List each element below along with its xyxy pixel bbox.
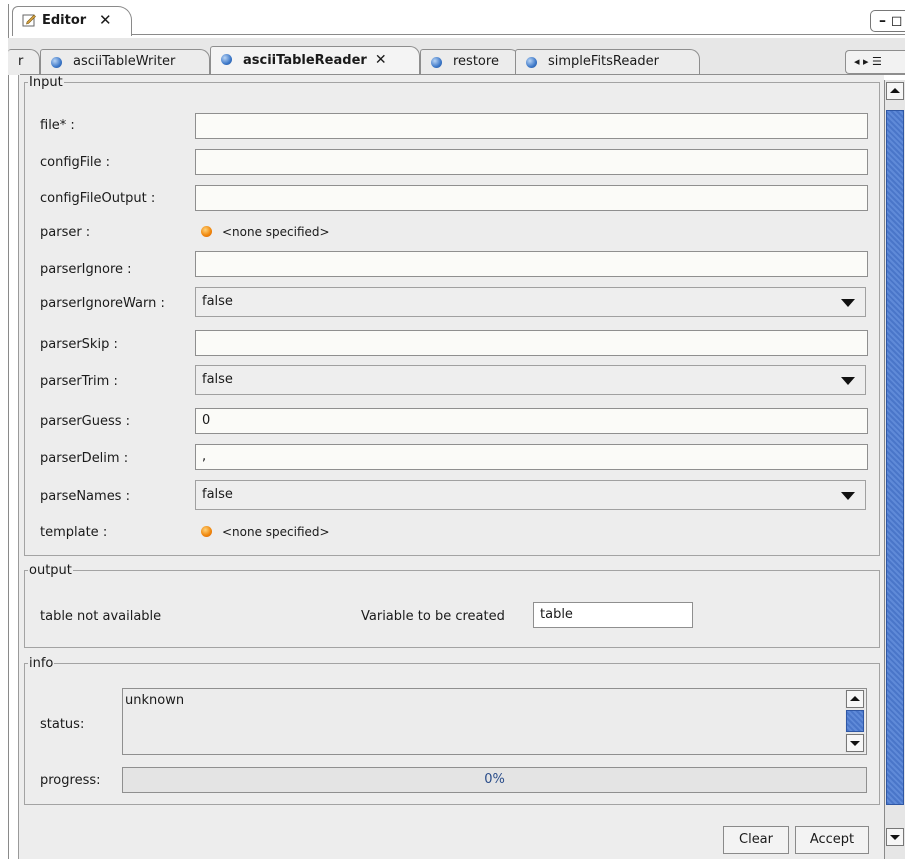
- configfileoutput-label: configFileOutput :: [40, 191, 156, 206]
- configfile-label: configFile :: [40, 155, 111, 170]
- parsenames-label: parseNames :: [40, 489, 130, 504]
- progress-label: progress:: [40, 773, 101, 788]
- chevron-down-icon: [841, 492, 855, 500]
- tab-label: restore: [453, 54, 499, 69]
- scroll-up-arrow-icon[interactable]: [886, 82, 904, 100]
- parsertrim-label: parserTrim :: [40, 374, 118, 389]
- close-icon[interactable]: ✕: [375, 52, 387, 68]
- tab-label: r: [18, 54, 24, 69]
- parserdelim-input[interactable]: ,: [195, 444, 868, 470]
- status-scroll-thumb[interactable]: [846, 710, 864, 732]
- parserignore-input[interactable]: [195, 251, 868, 277]
- parser-value: <none specified>: [222, 225, 330, 239]
- chevron-down-icon: [841, 377, 855, 385]
- combo-value: false: [202, 294, 233, 309]
- variable-label: Variable to be created: [361, 609, 505, 624]
- output-status-text: table not available: [40, 609, 162, 624]
- file-input[interactable]: [195, 113, 868, 139]
- parserskip-input[interactable]: [195, 330, 868, 356]
- variable-name-input[interactable]: table: [533, 602, 693, 628]
- info-group-title: info: [28, 656, 55, 671]
- parserdelim-label: parserDelim :: [40, 451, 129, 466]
- template-value: <none specified>: [222, 525, 330, 539]
- scroll-down-arrow-icon[interactable]: [846, 734, 864, 752]
- parsertrim-select[interactable]: false: [195, 365, 866, 395]
- scroll-up-arrow-icon[interactable]: [846, 690, 864, 708]
- file-label: file* :: [40, 118, 75, 133]
- tab-partial[interactable]: r: [8, 49, 40, 75]
- parserignore-label: parserIgnore :: [40, 262, 132, 277]
- orange-dot-icon: [201, 526, 212, 537]
- pencil-note-icon: [22, 14, 36, 27]
- configfileoutput-input[interactable]: [195, 185, 868, 211]
- tab-asciiTableReader[interactable]: asciiTableReader ✕: [210, 46, 420, 76]
- blue-dot-icon: [526, 57, 537, 68]
- parserignorewarn-select[interactable]: false: [195, 287, 866, 317]
- tab-simpleFitsReader[interactable]: simpleFitsReader: [515, 49, 700, 75]
- parser-unset-value[interactable]: <none specified>: [201, 225, 330, 239]
- combo-value: false: [202, 487, 233, 502]
- output-group-title: output: [28, 563, 73, 578]
- minimize-maximize-controls[interactable]: – ◻: [870, 10, 905, 32]
- template-label: template :: [40, 525, 108, 540]
- status-textarea[interactable]: unknown: [122, 688, 867, 755]
- clear-button[interactable]: Clear: [723, 826, 789, 854]
- parsenames-select[interactable]: false: [195, 480, 866, 510]
- accept-button[interactable]: Accept: [795, 826, 869, 854]
- view-tab-divider: [132, 34, 905, 35]
- blue-dot-icon: [221, 54, 232, 65]
- panel-scroll-thumb[interactable]: [886, 110, 904, 805]
- configfile-input[interactable]: [195, 149, 868, 175]
- tab-restore[interactable]: restore: [420, 49, 520, 75]
- input-group-title: Input: [28, 75, 64, 90]
- close-icon[interactable]: ✕: [99, 11, 112, 29]
- blue-dot-icon: [431, 57, 442, 68]
- template-unset-value[interactable]: <none specified>: [201, 525, 330, 539]
- progress-bar: 0%: [122, 767, 867, 793]
- parserguess-label: parserGuess :: [40, 414, 131, 429]
- orange-dot-icon: [201, 226, 212, 237]
- blue-dot-icon: [51, 57, 62, 68]
- status-scrollbar[interactable]: [845, 690, 865, 753]
- editor-view-tab[interactable]: Editor ✕: [12, 6, 132, 36]
- tab-label: simpleFitsReader: [548, 54, 659, 69]
- tab-label: asciiTableReader: [243, 53, 367, 68]
- parserignorewarn-label: parserIgnoreWarn :: [40, 296, 165, 311]
- tab-asciiTableWriter[interactable]: asciiTableWriter: [40, 49, 210, 75]
- chevron-down-icon: [841, 299, 855, 307]
- combo-value: false: [202, 372, 233, 387]
- view-tab-title: Editor: [42, 13, 87, 28]
- tab-label: asciiTableWriter: [73, 54, 176, 69]
- parserguess-input[interactable]: 0: [195, 408, 868, 434]
- parserskip-label: parserSkip :: [40, 337, 118, 352]
- parser-label: parser :: [40, 225, 91, 240]
- scroll-down-arrow-icon[interactable]: [886, 828, 904, 846]
- status-value: unknown: [125, 693, 185, 708]
- status-label: status:: [40, 717, 85, 732]
- tab-navigation[interactable]: ◂ ▸ ☰: [845, 50, 905, 74]
